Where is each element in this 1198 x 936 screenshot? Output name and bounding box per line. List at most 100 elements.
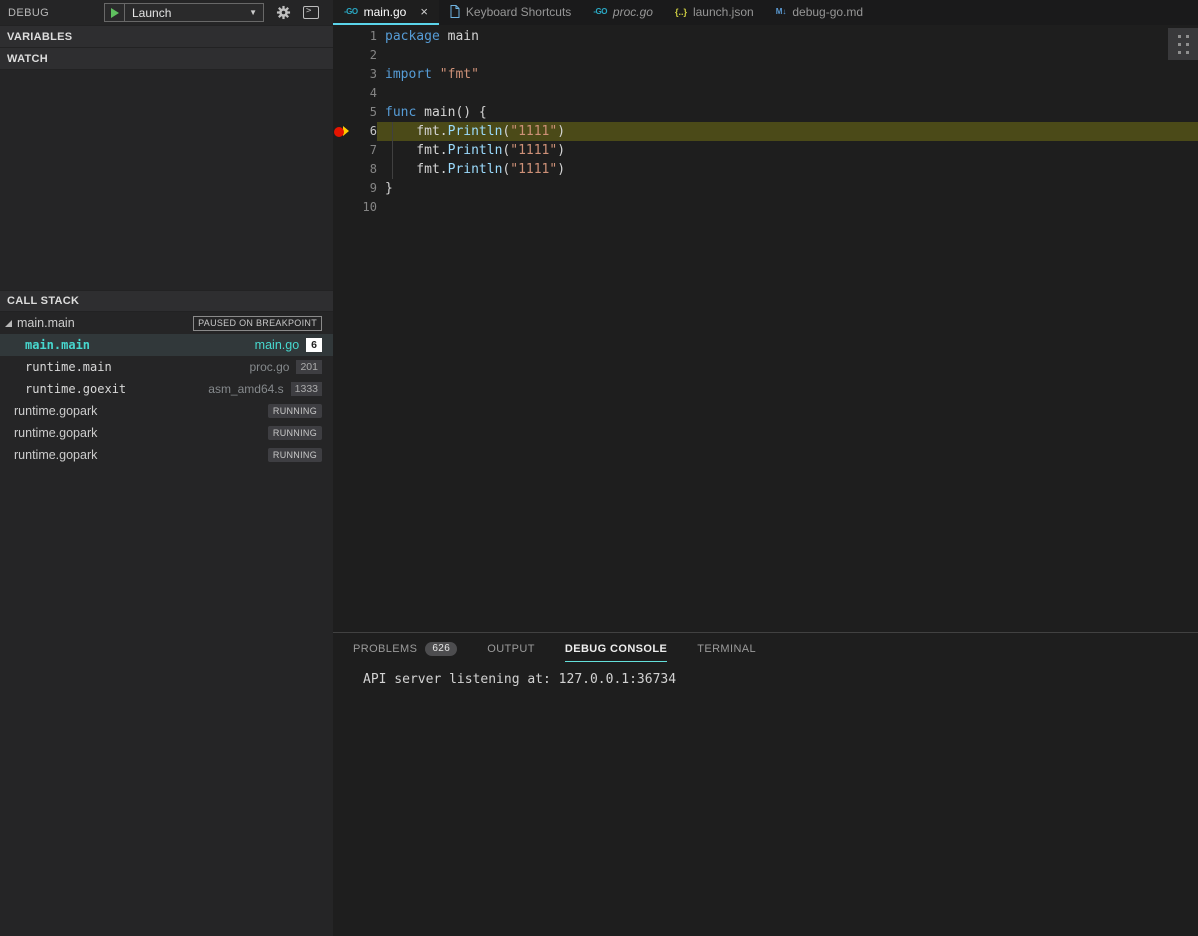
code-line: 5 func main() { [333,103,1198,122]
frame-name: runtime.goexit [25,382,127,396]
section-header-variables[interactable]: VARIABLES [0,25,333,47]
tab-label: main.go [363,4,407,19]
line-number: 10 [362,200,377,214]
open-debug-console-icon[interactable]: > [303,6,319,19]
code-line: 3 import "fmt" [333,65,1198,84]
breakpoint-gutter[interactable] [333,27,351,46]
breakpoint-gutter[interactable] [333,179,351,198]
panel-tab-problems[interactable]: PROBLEMS 626 [353,635,458,663]
breakpoint-gutter[interactable] [333,198,351,217]
code-text[interactable]: fmt.Println("1111") [377,160,1198,179]
code-line: 1 package main [333,27,1198,46]
code-token: ) [557,124,566,139]
callstack-frame-row[interactable]: runtime.main proc.go 201 [0,356,333,378]
callstack-thread-row[interactable]: runtime.gopark RUNNING [0,422,333,444]
tab-keyboard-shortcuts[interactable]: Keyboard Shortcuts [439,0,582,25]
breakpoint-gutter[interactable] [333,84,351,103]
code-line: 10 [333,198,1198,217]
code-editor[interactable]: 1 package main 2 3 import "fmt" 4 5 func main()… [333,25,1198,632]
line-number: 7 [369,143,377,157]
callstack-frame-row[interactable]: runtime.goexit asm_amd64.s 1333 [0,378,333,400]
code-line: 6 fmt.Println("1111") [333,122,1198,141]
tab-proc-go[interactable]: -GO proc.go [582,0,664,25]
call-stack-list: main.main PAUSED ON BREAKPOINT main.main ma… [0,312,333,466]
panel-tab-terminal[interactable]: TERMINAL [697,636,756,662]
start-debugging-button[interactable] [105,4,125,21]
line-number: 9 [369,181,377,195]
section-header-watch[interactable]: WATCH [0,47,333,69]
dot [1177,42,1181,46]
panel-tab-label: OUTPUT [487,642,535,655]
tab-debug-go-md[interactable]: M↓ debug-go.md [765,0,874,25]
frame-line-badge: 1333 [290,382,322,396]
code-line: 8 fmt.Println("1111") [333,160,1198,179]
section-label: VARIABLES [7,30,73,43]
breakpoint-gutter[interactable] [333,46,351,65]
code-text[interactable]: fmt.Println("1111") [377,141,1198,160]
frame-name: runtime.main [25,360,112,374]
configure-gear-icon[interactable] [276,5,291,20]
code-text[interactable]: } [377,179,1198,198]
launch-config-dropdown[interactable]: Launch ▼ [104,3,264,22]
debug-console[interactable]: API server listening at: 127.0.0.1:36734 [333,664,1198,689]
code-text[interactable] [377,46,1198,65]
callstack-thread-row[interactable]: main.main PAUSED ON BREAKPOINT [0,312,333,334]
code-text[interactable]: import "fmt" [377,65,1198,84]
code-text[interactable]: fmt.Println("1111") [377,122,1198,141]
close-icon[interactable]: × [420,4,428,19]
code-line: 2 [333,46,1198,65]
panel-tabbar: PROBLEMS 626 OUTPUT DEBUG CONSOLE TERMINAL [333,633,1198,664]
indent-guide [392,122,393,141]
code-text[interactable] [377,84,1198,103]
thread-status-badge: RUNNING [267,448,322,462]
line-number: 5 [369,105,377,119]
code-token: } [385,181,393,196]
breakpoint-gutter[interactable] [333,160,351,179]
code-token: ) [557,162,566,177]
breakpoint-gutter[interactable] [333,122,351,141]
code-lines: 1 package main 2 3 import "fmt" 4 5 func main()… [333,27,1198,217]
tab-main-go[interactable]: -GO main.go × [333,0,439,25]
code-token: ) [557,143,566,158]
console-output-line: API server listening at: 127.0.0.1:36734 [363,672,677,687]
code-text[interactable] [377,198,1198,217]
dot [1177,34,1181,38]
code-token: import [385,67,432,82]
callstack-thread-row[interactable]: runtime.gopark RUNNING [0,400,333,422]
chevron-down-icon: ▼ [249,8,257,17]
grip-dots-icon[interactable] [1168,28,1198,60]
indent-guide [392,160,393,179]
panel-tab-debug-console[interactable]: DEBUG CONSOLE [564,636,668,662]
problems-count-badge: 626 [425,641,458,656]
frame-file: asm_amd64.s [208,382,284,396]
callstack-frame-row[interactable]: main.main main.go 6 [0,334,333,356]
debug-view-title: DEBUG [8,6,50,19]
code-line: 4 [333,84,1198,103]
panel-tab-label: DEBUG CONSOLE [564,642,668,655]
frame-line-badge: 6 [306,338,322,352]
sidebar-empty-area [0,466,333,936]
tab-label: debug-go.md [792,4,864,19]
callstack-thread-row[interactable]: runtime.gopark RUNNING [0,444,333,466]
line-number: 2 [369,48,377,62]
launch-config-label: Launch [132,5,172,20]
code-token: Println [447,143,503,158]
code-text[interactable]: func main() { [377,103,1198,122]
panel-tab-output[interactable]: OUTPUT [487,636,535,662]
section-header-call-stack[interactable]: CALL STACK [0,290,333,312]
tab-launch-json[interactable]: {..} launch.json [664,0,765,25]
breakpoint-gutter[interactable] [333,65,351,84]
watch-body [0,69,333,290]
frame-name: main.main [25,338,91,352]
breakpoint-gutter[interactable] [333,103,351,122]
tab-label: launch.json [692,4,754,19]
play-icon [110,7,119,18]
code-token: fmt. [385,124,448,139]
debug-sidebar: DEBUG Launch ▼ > VARIABLES WATCH CALL ST… [0,0,333,936]
code-text[interactable]: package main [377,27,1198,46]
breakpoint-gutter[interactable] [333,141,351,160]
thread-name: runtime.gopark [14,404,98,418]
tab-label: Keyboard Shortcuts [465,4,572,19]
file-file-icon [450,5,460,18]
gear-icon [276,5,291,20]
